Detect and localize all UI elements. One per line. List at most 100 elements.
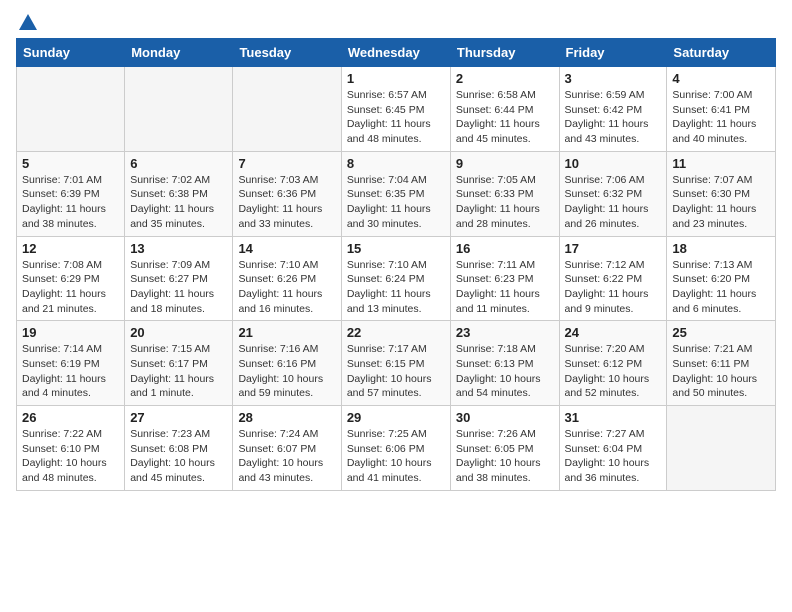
calendar-cell: 4 Sunrise: 7:00 AMSunset: 6:41 PMDaylight…: [667, 67, 776, 152]
day-number: 12: [22, 241, 119, 256]
weekday-header-row: SundayMondayTuesdayWednesdayThursdayFrid…: [17, 39, 776, 67]
day-info: Sunrise: 7:10 AMSunset: 6:24 PMDaylight:…: [347, 258, 445, 317]
page-container: SundayMondayTuesdayWednesdayThursdayFrid…: [0, 0, 792, 501]
day-info: Sunrise: 7:04 AMSunset: 6:35 PMDaylight:…: [347, 173, 445, 232]
calendar-cell: 13 Sunrise: 7:09 AMSunset: 6:27 PMDayligh…: [125, 236, 233, 321]
day-number: 22: [347, 325, 445, 340]
day-info: Sunrise: 7:02 AMSunset: 6:38 PMDaylight:…: [130, 173, 227, 232]
day-number: 15: [347, 241, 445, 256]
day-info: Sunrise: 7:09 AMSunset: 6:27 PMDaylight:…: [130, 258, 227, 317]
calendar-cell: 3 Sunrise: 6:59 AMSunset: 6:42 PMDaylight…: [559, 67, 667, 152]
calendar-cell: 23 Sunrise: 7:18 AMSunset: 6:13 PMDayligh…: [450, 321, 559, 406]
calendar-cell: 24 Sunrise: 7:20 AMSunset: 6:12 PMDayligh…: [559, 321, 667, 406]
calendar: SundayMondayTuesdayWednesdayThursdayFrid…: [16, 38, 776, 491]
weekday-header: Friday: [559, 39, 667, 67]
day-info: Sunrise: 7:06 AMSunset: 6:32 PMDaylight:…: [565, 173, 662, 232]
calendar-cell: 8 Sunrise: 7:04 AMSunset: 6:35 PMDaylight…: [341, 151, 450, 236]
day-info: Sunrise: 7:12 AMSunset: 6:22 PMDaylight:…: [565, 258, 662, 317]
day-info: Sunrise: 7:21 AMSunset: 6:11 PMDaylight:…: [672, 342, 770, 401]
week-row: 1 Sunrise: 6:57 AMSunset: 6:45 PMDaylight…: [17, 67, 776, 152]
day-number: 16: [456, 241, 554, 256]
day-info: Sunrise: 7:26 AMSunset: 6:05 PMDaylight:…: [456, 427, 554, 486]
day-info: Sunrise: 7:11 AMSunset: 6:23 PMDaylight:…: [456, 258, 554, 317]
day-number: 31: [565, 410, 662, 425]
day-number: 23: [456, 325, 554, 340]
day-info: Sunrise: 7:25 AMSunset: 6:06 PMDaylight:…: [347, 427, 445, 486]
day-info: Sunrise: 7:22 AMSunset: 6:10 PMDaylight:…: [22, 427, 119, 486]
day-info: Sunrise: 7:07 AMSunset: 6:30 PMDaylight:…: [672, 173, 770, 232]
logo: [16, 16, 39, 30]
day-number: 26: [22, 410, 119, 425]
day-number: 9: [456, 156, 554, 171]
calendar-cell: 30 Sunrise: 7:26 AMSunset: 6:05 PMDayligh…: [450, 406, 559, 491]
day-number: 3: [565, 71, 662, 86]
day-info: Sunrise: 7:23 AMSunset: 6:08 PMDaylight:…: [130, 427, 227, 486]
calendar-cell: [233, 67, 341, 152]
day-info: Sunrise: 6:57 AMSunset: 6:45 PMDaylight:…: [347, 88, 445, 147]
calendar-cell: 17Sunrise: 7:12 AMSunset: 6:22 PMDayligh…: [559, 236, 667, 321]
day-number: 6: [130, 156, 227, 171]
day-number: 25: [672, 325, 770, 340]
day-info: Sunrise: 7:00 AMSunset: 6:41 PMDaylight:…: [672, 88, 770, 147]
day-info: Sunrise: 6:58 AMSunset: 6:44 PMDaylight:…: [456, 88, 554, 147]
weekday-header: Tuesday: [233, 39, 341, 67]
day-info: Sunrise: 7:18 AMSunset: 6:13 PMDaylight:…: [456, 342, 554, 401]
day-info: Sunrise: 6:59 AMSunset: 6:42 PMDaylight:…: [565, 88, 662, 147]
weekday-header: Monday: [125, 39, 233, 67]
day-info: Sunrise: 7:15 AMSunset: 6:17 PMDaylight:…: [130, 342, 227, 401]
calendar-cell: 31Sunrise: 7:27 AMSunset: 6:04 PMDayligh…: [559, 406, 667, 491]
calendar-cell: 22 Sunrise: 7:17 AMSunset: 6:15 PMDayligh…: [341, 321, 450, 406]
day-info: Sunrise: 7:14 AMSunset: 6:19 PMDaylight:…: [22, 342, 119, 401]
day-number: 1: [347, 71, 445, 86]
day-number: 30: [456, 410, 554, 425]
calendar-cell: 6 Sunrise: 7:02 AMSunset: 6:38 PMDaylight…: [125, 151, 233, 236]
day-number: 28: [238, 410, 335, 425]
weekday-header: Thursday: [450, 39, 559, 67]
day-info: Sunrise: 7:10 AMSunset: 6:26 PMDaylight:…: [238, 258, 335, 317]
week-row: 5 Sunrise: 7:01 AMSunset: 6:39 PMDaylight…: [17, 151, 776, 236]
day-info: Sunrise: 7:20 AMSunset: 6:12 PMDaylight:…: [565, 342, 662, 401]
day-info: Sunrise: 7:17 AMSunset: 6:15 PMDaylight:…: [347, 342, 445, 401]
calendar-cell: 27 Sunrise: 7:23 AMSunset: 6:08 PMDayligh…: [125, 406, 233, 491]
calendar-cell: 15 Sunrise: 7:10 AMSunset: 6:24 PMDayligh…: [341, 236, 450, 321]
calendar-cell: 19 Sunrise: 7:14 AMSunset: 6:19 PMDayligh…: [17, 321, 125, 406]
day-number: 19: [22, 325, 119, 340]
calendar-cell: 25 Sunrise: 7:21 AMSunset: 6:11 PMDayligh…: [667, 321, 776, 406]
day-info: Sunrise: 7:01 AMSunset: 6:39 PMDaylight:…: [22, 173, 119, 232]
day-number: 14: [238, 241, 335, 256]
calendar-cell: 28 Sunrise: 7:24 AMSunset: 6:07 PMDayligh…: [233, 406, 341, 491]
weekday-header: Saturday: [667, 39, 776, 67]
header: [16, 16, 776, 30]
calendar-cell: 18 Sunrise: 7:13 AMSunset: 6:20 PMDayligh…: [667, 236, 776, 321]
calendar-cell: 11Sunrise: 7:07 AMSunset: 6:30 PMDayligh…: [667, 151, 776, 236]
calendar-cell: 5 Sunrise: 7:01 AMSunset: 6:39 PMDaylight…: [17, 151, 125, 236]
day-info: Sunrise: 7:13 AMSunset: 6:20 PMDaylight:…: [672, 258, 770, 317]
calendar-cell: 1 Sunrise: 6:57 AMSunset: 6:45 PMDaylight…: [341, 67, 450, 152]
day-number: 27: [130, 410, 227, 425]
day-info: Sunrise: 7:05 AMSunset: 6:33 PMDaylight:…: [456, 173, 554, 232]
day-number: 5: [22, 156, 119, 171]
calendar-cell: 7Sunrise: 7:03 AMSunset: 6:36 PMDaylight…: [233, 151, 341, 236]
day-number: 24: [565, 325, 662, 340]
calendar-cell: 14 Sunrise: 7:10 AMSunset: 6:26 PMDayligh…: [233, 236, 341, 321]
calendar-cell: [667, 406, 776, 491]
calendar-cell: [125, 67, 233, 152]
week-row: 26 Sunrise: 7:22 AMSunset: 6:10 PMDayligh…: [17, 406, 776, 491]
day-info: Sunrise: 7:16 AMSunset: 6:16 PMDaylight:…: [238, 342, 335, 401]
calendar-cell: 20Sunrise: 7:15 AMSunset: 6:17 PMDayligh…: [125, 321, 233, 406]
calendar-cell: 2Sunrise: 6:58 AMSunset: 6:44 PMDaylight…: [450, 67, 559, 152]
day-number: 8: [347, 156, 445, 171]
calendar-cell: 26 Sunrise: 7:22 AMSunset: 6:10 PMDayligh…: [17, 406, 125, 491]
week-row: 12Sunrise: 7:08 AMSunset: 6:29 PMDayligh…: [17, 236, 776, 321]
logo-icon: [17, 12, 39, 34]
calendar-cell: 12Sunrise: 7:08 AMSunset: 6:29 PMDayligh…: [17, 236, 125, 321]
day-info: Sunrise: 7:24 AMSunset: 6:07 PMDaylight:…: [238, 427, 335, 486]
day-number: 18: [672, 241, 770, 256]
calendar-cell: 29 Sunrise: 7:25 AMSunset: 6:06 PMDayligh…: [341, 406, 450, 491]
weekday-header: Wednesday: [341, 39, 450, 67]
day-number: 4: [672, 71, 770, 86]
day-number: 29: [347, 410, 445, 425]
day-number: 13: [130, 241, 227, 256]
calendar-cell: [17, 67, 125, 152]
day-number: 7: [238, 156, 335, 171]
